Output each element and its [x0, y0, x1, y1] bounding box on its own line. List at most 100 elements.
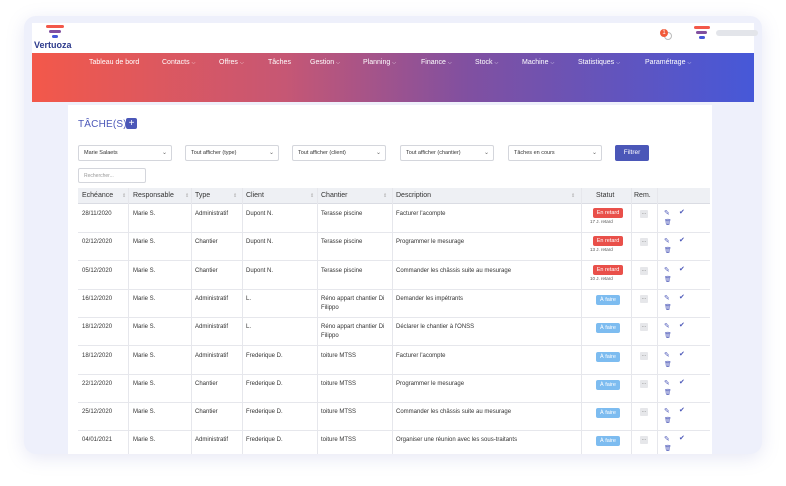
filter-type-select[interactable]: Tout afficher (type) ⌄: [185, 145, 279, 161]
edit-icon[interactable]: ✎: [664, 266, 670, 274]
check-icon[interactable]: ✔: [679, 236, 685, 244]
table-row[interactable]: 05/12/2020 Marie S. Chantier Dupont N. Teras…: [78, 262, 710, 290]
edit-icon[interactable]: ✎: [664, 322, 670, 330]
remarks-button[interactable]: ...: [640, 294, 648, 303]
trash-icon[interactable]: 🗑: [664, 247, 672, 254]
check-icon[interactable]: ✔: [679, 434, 685, 442]
check-icon[interactable]: ✔: [679, 208, 685, 216]
table-row[interactable]: 18/12/2020 Marie S. Administratif Frederiqu…: [78, 347, 710, 375]
status-badge: À faire: [596, 408, 620, 419]
nav-item-offres[interactable]: Offres ⌵: [219, 59, 244, 66]
nav-item-finance[interactable]: Finance ⌵: [421, 59, 452, 66]
chevron-down-icon: ⌵: [191, 60, 196, 66]
status-badge: En retard: [593, 264, 623, 275]
filter-chantier-select[interactable]: Tout afficher (chantier) ⌄: [400, 145, 494, 161]
delay-text: 17 J. retard: [590, 219, 613, 224]
edit-icon[interactable]: ✎: [664, 294, 670, 302]
check-icon[interactable]: ✔: [679, 406, 685, 414]
user-name-blurred[interactable]: [716, 30, 758, 36]
trash-icon[interactable]: 🗑: [664, 389, 672, 396]
owner-cell: Marie S.: [133, 380, 156, 387]
filter-user-select[interactable]: Marie Salaets ⌄: [78, 145, 172, 161]
user-avatar-icon[interactable]: [694, 26, 710, 39]
nav-item-dashboard[interactable]: Tableau de bord: [89, 59, 139, 66]
nav-item-machine[interactable]: Machine ⌵: [522, 59, 554, 66]
remarks-button[interactable]: ...: [640, 210, 648, 218]
client-cell: L.: [246, 295, 252, 302]
table-row[interactable]: 22/12/2020 Marie S. Chantier Frederique D. t…: [78, 375, 710, 403]
status-badge: À faire: [596, 379, 620, 390]
check-icon[interactable]: ✔: [679, 265, 685, 273]
edit-icon[interactable]: ✎: [664, 351, 670, 359]
sort-icon: ⇕: [571, 193, 576, 199]
status-badge: En retard: [593, 236, 623, 247]
col-echeance[interactable]: Echéance ⇕: [82, 192, 126, 199]
type-cell: Chantier: [195, 239, 218, 246]
remarks-button[interactable]: ...: [640, 323, 648, 332]
client-cell: Dupont N.: [246, 267, 274, 274]
description-cell: Programmer le mesurage: [396, 239, 465, 246]
trash-icon[interactable]: 🗑: [664, 417, 672, 424]
table-row[interactable]: 04/01/2021 Marie S. Administratif Frederiqu…: [78, 431, 710, 454]
table-row[interactable]: 18/12/2020 Marie S. Administratif L. Réno ap…: [78, 318, 710, 347]
nav-item-taches[interactable]: Tâches: [268, 59, 291, 66]
edit-icon[interactable]: ✎: [664, 237, 670, 245]
due-date-cell: 05/12/2020: [82, 267, 113, 274]
remarks-button[interactable]: ...: [640, 408, 648, 417]
col-statut[interactable]: Statut: [596, 192, 614, 199]
add-task-button[interactable]: +: [126, 118, 137, 129]
nav-item-gestion[interactable]: Gestion ⌵: [310, 59, 340, 66]
site-cell: Réno appart chantier Di Filippo: [321, 324, 385, 340]
nav-item-statistiques[interactable]: Statistiques ⌵: [578, 59, 620, 66]
remarks-button[interactable]: ...: [640, 238, 648, 247]
col-client[interactable]: Client ⇕: [246, 192, 314, 199]
check-icon[interactable]: ✔: [679, 293, 685, 301]
col-responsable[interactable]: Responsable ⇕: [133, 192, 189, 199]
table-row[interactable]: 16/12/2020 Marie S. Administratif L. Réno ap…: [78, 290, 710, 318]
nav-item-parametrage[interactable]: Paramétrage ⌵: [645, 59, 691, 66]
sort-icon: ⇕: [310, 193, 315, 199]
due-date-cell: 04/01/2021: [82, 437, 113, 444]
col-chantier[interactable]: Chantier ⇕: [321, 192, 387, 199]
trash-icon[interactable]: 🗑: [664, 304, 672, 311]
filter-button[interactable]: Filtrer: [615, 145, 649, 161]
table-row[interactable]: 02/12/2020 Marie S. Chantier Dupont N. Teras…: [78, 233, 710, 262]
nav-item-planning[interactable]: Planning ⌵: [363, 59, 396, 66]
col-description[interactable]: Description ⇕: [396, 192, 575, 199]
nav-item-stock[interactable]: Stock ⌵: [475, 59, 498, 66]
table-row[interactable]: 28/11/2020 Marie S. Administratif Dupont N.…: [78, 205, 710, 233]
chevron-down-icon: ⌵: [494, 60, 499, 66]
check-icon[interactable]: ✔: [679, 378, 685, 386]
remarks-button[interactable]: ...: [640, 379, 648, 388]
chevron-down-icon: ⌄: [483, 150, 489, 156]
edit-icon[interactable]: ✎: [664, 209, 670, 217]
remarks-button[interactable]: ...: [640, 351, 648, 360]
due-date-cell: 18/12/2020: [82, 352, 113, 359]
trash-icon[interactable]: 🗑: [664, 445, 672, 452]
col-type[interactable]: Type ⇕: [195, 192, 237, 199]
trash-icon[interactable]: 🗑: [664, 361, 672, 368]
owner-cell: Marie S.: [133, 211, 156, 217]
check-icon[interactable]: ✔: [679, 350, 685, 358]
edit-icon[interactable]: ✎: [664, 435, 670, 443]
notification-bell-icon[interactable]: 1: [660, 29, 672, 41]
vertuoza-logo-icon[interactable]: [46, 25, 64, 38]
table-row[interactable]: 25/12/2020 Marie S. Chantier Frederique D. t…: [78, 403, 710, 432]
remarks-button[interactable]: ...: [640, 436, 648, 445]
check-icon[interactable]: ✔: [679, 321, 685, 329]
search-input[interactable]: Rechercher...: [78, 168, 146, 183]
plus-icon: +: [128, 118, 135, 129]
remarks-button[interactable]: ...: [640, 266, 648, 275]
trash-icon[interactable]: 🗑: [664, 219, 672, 226]
filter-status-select[interactable]: Tâches en cours ⌄: [508, 145, 602, 161]
description-cell: Facturer l'acompte: [396, 352, 446, 359]
owner-cell: Marie S.: [133, 437, 156, 444]
nav-item-contacts[interactable]: Contacts ⌵: [162, 59, 195, 66]
filter-client-select[interactable]: Tout afficher (client) ⌄: [292, 145, 386, 161]
edit-icon[interactable]: ✎: [664, 407, 670, 415]
edit-icon[interactable]: ✎: [664, 379, 670, 387]
trash-icon[interactable]: 🗑: [664, 276, 672, 283]
trash-icon[interactable]: 🗑: [664, 332, 672, 339]
client-cell: Frederique D.: [246, 352, 283, 359]
chevron-down-icon: ⌵: [616, 60, 620, 66]
